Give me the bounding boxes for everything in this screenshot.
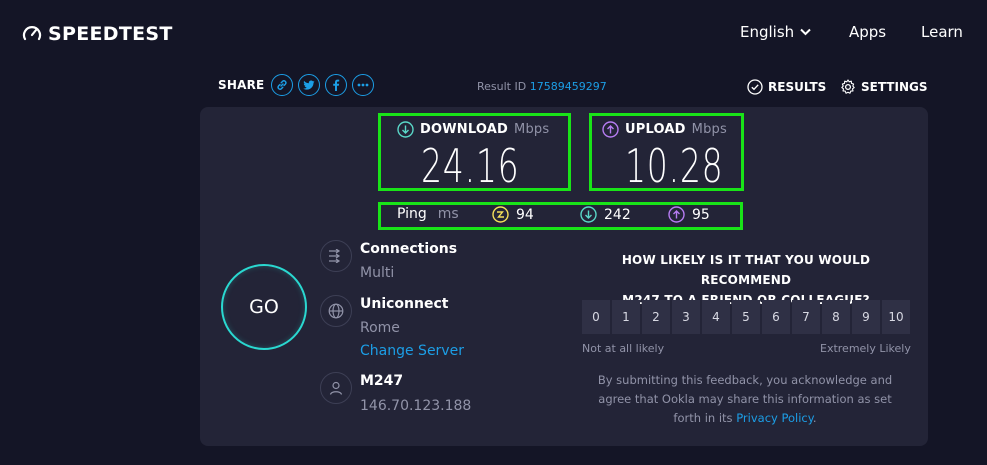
scale-option-0[interactable]: 0 (582, 300, 610, 334)
ping-upload-value: 95 (692, 206, 710, 223)
user-icon (320, 372, 352, 404)
privacy-policy-link[interactable]: Privacy Policy (736, 411, 813, 425)
upload-speed-value: 10.28 (625, 139, 724, 193)
survey-question-line1: HOW LIKELY IS IT THAT YOU WOULD RECOMMEN… (621, 253, 871, 287)
result-id-link[interactable]: 17589459297 (530, 80, 607, 93)
result-id: Result ID 17589459297 (477, 80, 607, 93)
facebook-icon[interactable] (325, 74, 348, 96)
disclaimer-line3: forth in its Privacy Policy. (582, 409, 908, 428)
change-server-link[interactable]: Change Server (360, 343, 464, 359)
upload-unit: Mbps (691, 122, 727, 137)
scale-option-9[interactable]: 9 (852, 300, 880, 334)
connections-value: Multi (360, 265, 395, 281)
provider-name: M247 (360, 373, 404, 389)
upload-header: UPLOAD Mbps (602, 121, 727, 138)
language-label: English (740, 23, 795, 41)
download-header: DOWNLOAD Mbps (397, 121, 549, 138)
results-label: RESULTS (768, 80, 827, 94)
nav-learn-link[interactable]: Learn (921, 23, 963, 41)
speedometer-icon (22, 26, 42, 41)
disclaimer-line3-prefix: forth in its (673, 411, 733, 425)
chevron-down-icon (800, 28, 811, 36)
results-button[interactable]: RESULTS (747, 79, 826, 95)
download-latency-icon (580, 206, 597, 223)
go-button[interactable]: GO (221, 264, 307, 350)
globe-icon (320, 295, 352, 327)
scale-option-6[interactable]: 6 (762, 300, 790, 334)
share-label: SHARE (218, 78, 265, 92)
ping-label: Ping (397, 206, 427, 222)
more-icon[interactable] (352, 74, 375, 96)
recommend-scale: 0 1 2 3 4 5 6 7 8 9 10 (582, 300, 910, 334)
ping-unit: ms (437, 206, 459, 222)
server-location: Rome (360, 320, 400, 336)
feedback-disclaimer: By submitting this feedback, you acknowl… (582, 371, 908, 428)
scale-option-5[interactable]: 5 (732, 300, 760, 334)
provider-ip: 146.70.123.188 (360, 398, 472, 414)
scale-option-10[interactable]: 10 (882, 300, 910, 334)
logo-text: SPEEDTEST (48, 23, 173, 45)
settings-button[interactable]: SETTINGS (840, 79, 928, 95)
ping-idle: 94 (492, 206, 534, 223)
download-label: DOWNLOAD (420, 122, 509, 137)
scale-option-3[interactable]: 3 (672, 300, 700, 334)
ping-upload: 95 (668, 206, 710, 223)
share-bar: SHARE (218, 74, 375, 96)
scale-option-2[interactable]: 2 (642, 300, 670, 334)
scale-high-label: Extremely Likely (820, 342, 911, 355)
server-name: Uniconnect (360, 296, 449, 312)
gear-icon (841, 79, 855, 94)
disclaimer-line1: By submitting this feedback, you acknowl… (597, 373, 893, 387)
ping-idle-value: 94 (516, 206, 534, 223)
ping-download: 242 (580, 206, 631, 223)
nav-apps-link[interactable]: Apps (849, 23, 886, 41)
twitter-icon[interactable] (298, 74, 321, 96)
download-unit: Mbps (514, 122, 550, 137)
ping-label-group: Ping ms (397, 206, 459, 222)
scale-low-label: Not at all likely (582, 342, 665, 355)
link-icon[interactable] (271, 74, 294, 96)
settings-label: SETTINGS (861, 80, 928, 94)
download-speed-value: 24.16 (421, 139, 520, 193)
scale-option-1[interactable]: 1 (612, 300, 640, 334)
language-selector[interactable]: English (740, 23, 811, 41)
check-circle-icon (747, 79, 763, 95)
scale-option-8[interactable]: 8 (822, 300, 850, 334)
upload-arrow-icon (602, 121, 619, 138)
ping-download-value: 242 (604, 206, 631, 223)
result-id-label: Result ID (477, 80, 527, 93)
upload-label: UPLOAD (625, 122, 686, 137)
upload-latency-icon (668, 206, 685, 223)
idle-latency-icon (492, 206, 509, 223)
speedtest-logo[interactable]: SPEEDTEST (22, 22, 173, 46)
connections-title: Connections (360, 241, 458, 257)
connections-icon (320, 240, 352, 272)
scale-option-4[interactable]: 4 (702, 300, 730, 334)
disclaimer-line3-suffix: . (812, 411, 817, 425)
disclaimer-line2: agree that Ookla may share this informat… (598, 392, 892, 406)
download-arrow-icon (397, 121, 414, 138)
scale-option-7[interactable]: 7 (792, 300, 820, 334)
